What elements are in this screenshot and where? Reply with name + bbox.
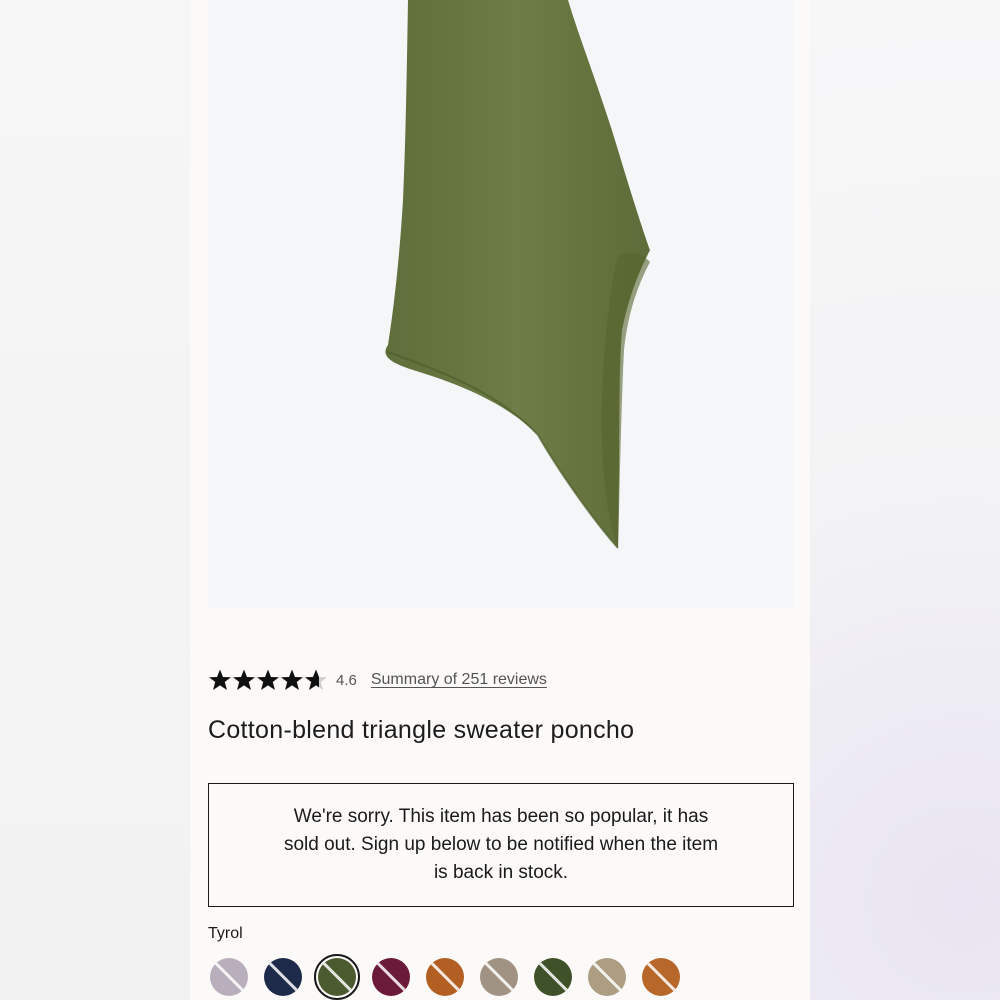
star-rating — [208, 668, 328, 692]
star-partial-icon — [305, 669, 327, 690]
color-swatch[interactable] — [588, 958, 626, 996]
reviews-summary-link[interactable]: Summary of 251 reviews — [371, 671, 547, 689]
color-swatch[interactable] — [534, 958, 572, 996]
product-title: Cotton-blend triangle sweater poncho — [208, 716, 635, 744]
product-image[interactable] — [208, 0, 794, 608]
poncho-illustration — [385, 0, 650, 549]
rating-row: 4.6 Summary of 251 reviews — [208, 666, 547, 694]
rating-value: 4.6 — [336, 671, 357, 689]
color-swatch[interactable] — [480, 958, 518, 996]
sold-out-notice: We're sorry. This item has been so popul… — [208, 783, 794, 907]
blurred-backdrop-left — [0, 0, 190, 1000]
star-filled-icon — [233, 669, 255, 690]
blurred-backdrop-right — [810, 0, 1000, 1000]
color-swatch-list — [210, 954, 696, 1000]
product-page: 4.6 Summary of 251 reviews Cotton-blend … — [190, 0, 810, 1000]
sold-out-message: We're sorry. This item has been so popul… — [283, 806, 719, 883]
color-swatch[interactable] — [264, 958, 302, 996]
color-swatch[interactable] — [642, 958, 680, 996]
star-filled-icon — [209, 669, 231, 690]
color-swatch[interactable] — [210, 958, 248, 996]
color-swatch[interactable] — [372, 958, 410, 996]
star-filled-icon — [281, 669, 303, 690]
selected-color-label: Tyrol — [208, 925, 243, 942]
star-filled-icon — [257, 669, 279, 690]
color-swatch[interactable] — [314, 954, 360, 1000]
color-swatch[interactable] — [426, 958, 464, 996]
